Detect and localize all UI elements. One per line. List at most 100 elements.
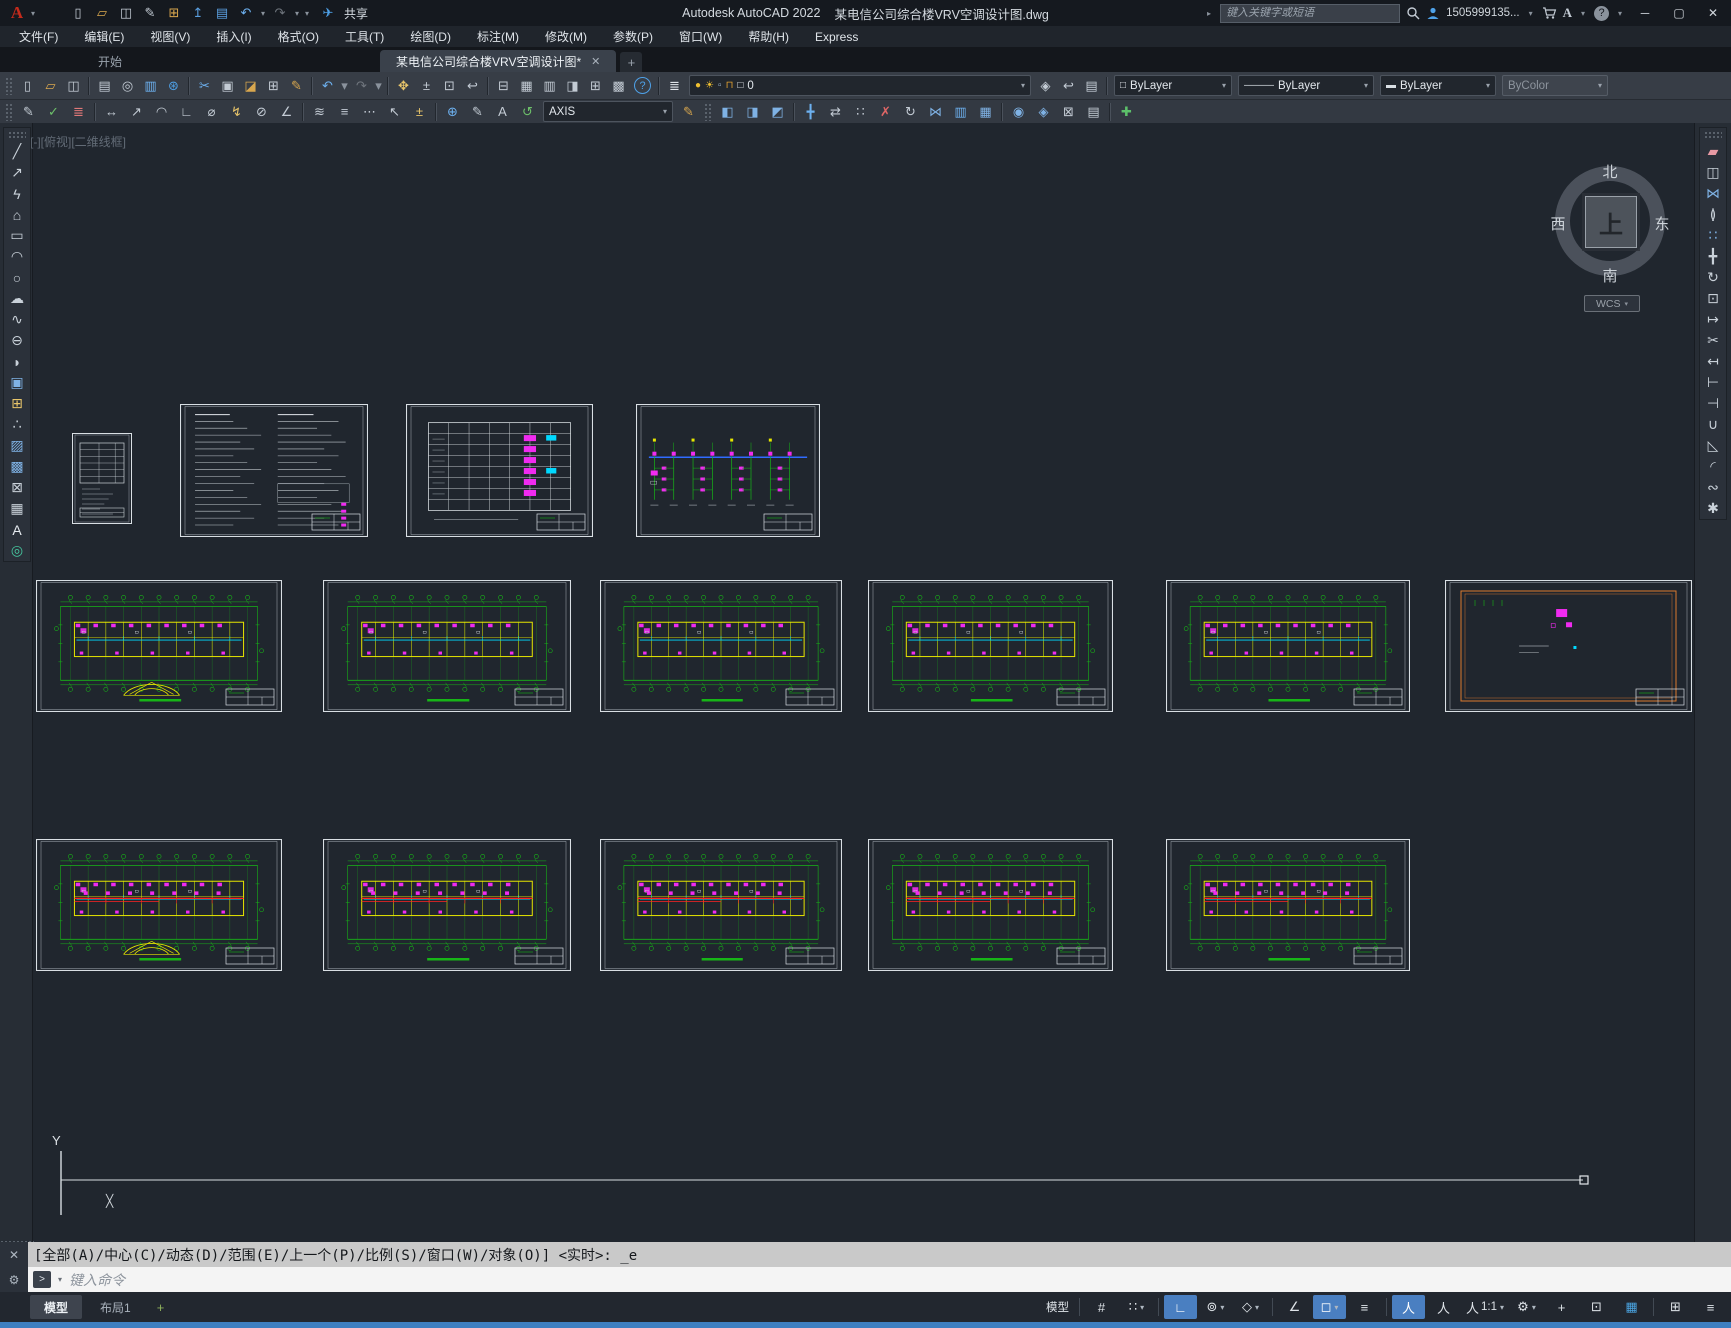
toolbar-grip[interactable] <box>704 102 712 121</box>
close-button[interactable]: ✕ <box>1699 2 1727 24</box>
help-icon[interactable]: ? <box>634 77 651 94</box>
zoom-previous-icon[interactable]: ↩ <box>461 75 484 96</box>
search-input[interactable] <box>1220 3 1401 23</box>
open-file-icon[interactable]: ▱ <box>90 3 114 23</box>
tab-layout1[interactable]: 布局1 <box>86 1295 145 1319</box>
dim-edit-icon[interactable]: ✎ <box>465 101 490 122</box>
pan-icon[interactable]: ✥ <box>392 75 415 96</box>
plot-style-combo[interactable]: ByColor ▾ <box>1502 75 1608 96</box>
redo-icon[interactable]: ↷ <box>268 3 292 23</box>
dim-diameter-icon[interactable]: ⊘ <box>249 101 274 122</box>
dim-style-paint-icon[interactable]: ✎ <box>676 101 701 122</box>
3d-align-icon[interactable]: ⇄ <box>823 101 848 122</box>
menu-item-modify[interactable]: 修改(M) <box>532 26 600 47</box>
help-icon[interactable]: ? <box>1594 5 1609 21</box>
multileader-icon[interactable]: ↖ <box>382 101 407 122</box>
dim-radius-icon[interactable]: ⌀ <box>199 101 224 122</box>
app-menu-caret-icon[interactable]: ▾ <box>28 9 38 18</box>
clean-screen[interactable]: ⊞ <box>1659 1295 1692 1319</box>
paste-clip-icon[interactable]: ◪ <box>239 75 262 96</box>
combo-caret-icon[interactable]: ▾ <box>1486 81 1490 90</box>
save-icon[interactable]: ◫ <box>114 3 138 23</box>
menu-item-format[interactable]: 格式(O) <box>265 26 332 47</box>
menu-item-dimension[interactable]: 标注(M) <box>464 26 532 47</box>
color-combo[interactable]: □ ByLayer ▾ <box>1114 75 1232 96</box>
markup-import-icon[interactable]: ⊞ <box>584 75 607 96</box>
wedge-icon[interactable]: ◈ <box>1031 101 1056 122</box>
make-object-layer-current-icon[interactable]: ◈ <box>1034 75 1057 96</box>
combo-caret-icon[interactable]: ▾ <box>663 107 667 116</box>
design-center-icon[interactable]: ▦ <box>515 75 538 96</box>
standards-check-icon[interactable]: ✓ <box>41 101 66 122</box>
union-icon[interactable]: ◧ <box>715 101 740 122</box>
menu-item-file[interactable]: 文件(F) <box>6 26 71 47</box>
model-space-button[interactable]: 模型 <box>1041 1295 1074 1319</box>
snap-mode[interactable]: ∷ ▾ <box>1120 1295 1153 1319</box>
tab-add-button[interactable]: + <box>620 52 643 72</box>
qopen-icon[interactable]: ▱ <box>39 75 62 96</box>
menu-item-help[interactable]: 帮助(H) <box>735 26 802 47</box>
isodraft[interactable]: ◇ ▾ <box>1234 1295 1267 1319</box>
linetype-combo[interactable]: ——— ByLayer ▾ <box>1238 75 1374 96</box>
workspace-switching[interactable]: ⚙ ▾ <box>1510 1295 1543 1319</box>
autodesk-account-icon[interactable]: A <box>1563 5 1572 21</box>
3d-move-icon[interactable]: ╋ <box>798 101 823 122</box>
3d-grid-icon[interactable]: ▦ <box>973 101 998 122</box>
combo-caret-icon[interactable]: ▾ <box>1222 81 1226 90</box>
print-preview-icon[interactable]: ◎ <box>116 75 139 96</box>
undo-icon[interactable]: ↶ <box>234 3 258 23</box>
dim-baseline-icon[interactable]: ≡ <box>332 101 357 122</box>
combo-caret-icon[interactable]: ▾ <box>1021 81 1025 90</box>
tab-model[interactable]: 模型 <box>30 1295 83 1319</box>
object-snap[interactable]: ◻ ▾ <box>1312 1295 1346 1319</box>
toolbar-grip[interactable] <box>5 76 13 95</box>
command-input[interactable]: 键入命令 <box>69 1270 125 1290</box>
ortho-mode[interactable]: ∟ <box>1163 1295 1197 1319</box>
intersect-icon[interactable]: ◩ <box>765 101 790 122</box>
isolate-objects[interactable]: ⊡ <box>1580 1295 1613 1319</box>
copy-base-point-icon[interactable]: ⊞ <box>262 75 285 96</box>
slice-icon[interactable]: ▤ <box>1081 101 1106 122</box>
combo-caret-icon[interactable]: ▾ <box>1598 81 1602 90</box>
hardware-acceleration[interactable]: ▦ <box>1615 1295 1648 1319</box>
sphere-icon[interactable]: ◉ <box>1006 101 1031 122</box>
plot-icon[interactable]: ▤ <box>210 3 234 23</box>
cut-clip-icon[interactable]: ✂ <box>193 75 216 96</box>
open-mobile-icon[interactable]: ↥ <box>186 3 210 23</box>
annotation-autoscale[interactable]: 人 <box>1427 1295 1460 1319</box>
customization-menu[interactable]: ≡ <box>1694 1295 1727 1319</box>
box-icon[interactable]: ⊠ <box>1056 101 1081 122</box>
plot-icon[interactable]: ▥ <box>139 75 162 96</box>
command-tools-icon[interactable]: ⚙ <box>9 1273 20 1287</box>
save-as-icon[interactable]: ✎ <box>138 3 162 23</box>
autocad-logo-icon[interactable]: A <box>6 3 28 22</box>
quick-calc-icon[interactable]: ▩ <box>607 75 630 96</box>
redo-caret-icon[interactable]: ▾ <box>373 75 384 96</box>
dim-arc-length-icon[interactable]: ◠ <box>149 101 174 122</box>
user-menu-caret-icon[interactable]: ▾ <box>1526 9 1536 18</box>
export-icon[interactable]: ⊞ <box>162 3 186 23</box>
drawing-canvas[interactable]: [-][俯视][二维线框] ╱ ↗ ϟ ⌂ ▭ ◠ ○ ☁ ∿ ⊖ ◗ ▣ ⊞ ∴ ▨ ▩ ⊠ ▦ A ◎ ▰ ◫ ⋈ ≬ ∷… <box>0 123 1731 1242</box>
tool-palettes-icon[interactable]: ▥ <box>538 75 561 96</box>
dim-aligned-icon[interactable]: ↗ <box>124 101 149 122</box>
undo-caret-icon[interactable]: ▾ <box>339 75 350 96</box>
menu-item-express[interactable]: Express <box>802 26 871 47</box>
signed-in-user[interactable]: 1505999135... <box>1446 7 1520 19</box>
command-prompt-icon[interactable]: > <box>33 1271 51 1288</box>
layer-translator-icon[interactable]: ≣ <box>66 101 91 122</box>
publish-icon[interactable]: ⊛ <box>162 75 185 96</box>
polar-tracking[interactable]: ⊚ ▾ <box>1199 1295 1232 1319</box>
undo-icon[interactable]: ↶ <box>316 75 339 96</box>
minimize-button[interactable]: ─ <box>1631 2 1659 24</box>
quick-dimension-icon[interactable]: ≋ <box>307 101 332 122</box>
menu-item-parametric[interactable]: 参数(P) <box>600 26 666 47</box>
dim-linear-icon[interactable]: ↔ <box>99 101 124 122</box>
maximize-button[interactable]: ▢ <box>1665 2 1693 24</box>
3d-array-icon[interactable]: ∷ <box>848 101 873 122</box>
3d-stack-icon[interactable]: ▥ <box>948 101 973 122</box>
grid-display[interactable]: # <box>1085 1295 1118 1319</box>
add-selected-icon[interactable]: ✚ <box>1114 101 1139 122</box>
menu-item-insert[interactable]: 插入(I) <box>203 26 264 47</box>
layout-add-button[interactable]: + <box>149 1300 173 1315</box>
sheet-set-manager-icon[interactable]: ◨ <box>561 75 584 96</box>
